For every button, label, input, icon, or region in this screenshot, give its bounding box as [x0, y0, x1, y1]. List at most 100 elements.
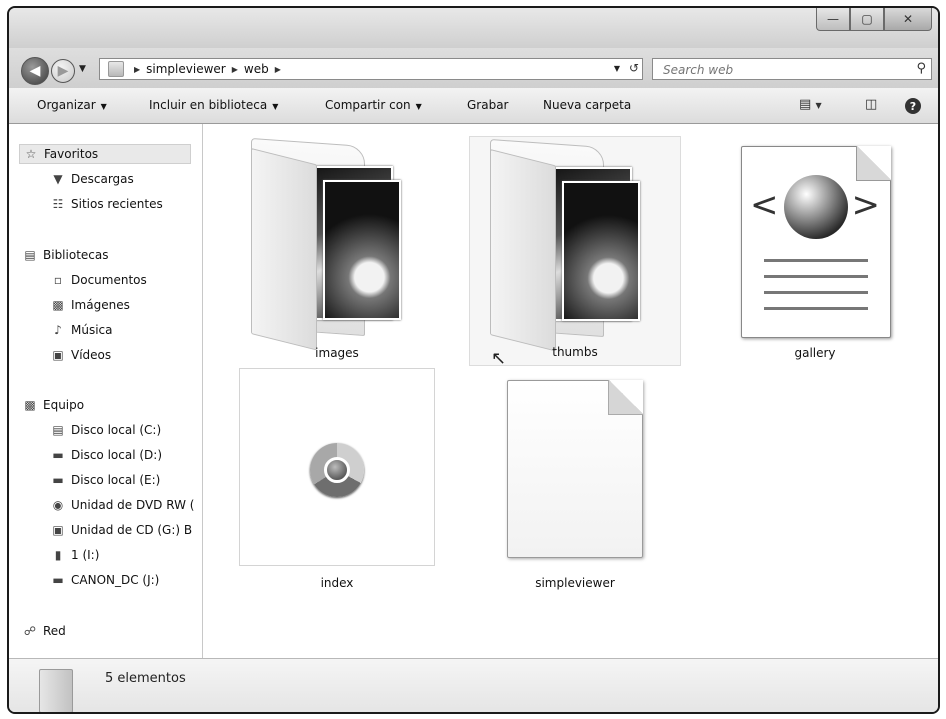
nav-videos[interactable]: ▣ Vídeos: [51, 345, 111, 365]
libraries-icon: ▤: [24, 248, 36, 262]
minimize-icon: —: [827, 12, 839, 26]
video-icon: ▣: [52, 348, 64, 362]
file-view: images thumbs ↖ < > gallery index simple…: [203, 124, 938, 658]
chevron-down-icon: ▼: [415, 102, 422, 111]
downloads-folder-icon: ▼: [53, 172, 63, 186]
nav-cd-label: Unidad de CD (G:) B: [71, 523, 193, 537]
nav-libraries-label: Bibliotecas: [43, 248, 109, 262]
removable-disk-icon: ▬: [52, 573, 64, 587]
chevron-down-icon: ▼: [79, 64, 86, 74]
hard-drive-icon: ▬: [52, 448, 64, 462]
nav-cd[interactable]: ▣ Unidad de CD (G:) B: [51, 520, 192, 540]
nav-network-label: Red: [43, 624, 66, 638]
folder-icon: [108, 61, 124, 77]
organize-button[interactable]: Organizar ▼: [37, 98, 107, 112]
breadcrumb-simpleviewer[interactable]: simpleviewer: [146, 62, 226, 76]
recent-places-icon: ☷: [52, 197, 64, 211]
chevron-down-icon: ▼: [815, 101, 822, 110]
file-item-simpleviewer[interactable]: simpleviewer: [499, 368, 651, 594]
file-item-gallery[interactable]: < > gallery: [723, 136, 907, 366]
search-input[interactable]: [661, 60, 895, 80]
nav-videos-label: Vídeos: [71, 348, 112, 362]
file-item-thumbs[interactable]: thumbs: [469, 136, 681, 366]
nav-network[interactable]: ☍ Red: [23, 621, 66, 641]
nav-disk-e[interactable]: ▬ Disco local (E:): [51, 470, 160, 490]
file-name: gallery: [794, 346, 836, 360]
arrow-right-icon: ▶: [57, 63, 69, 79]
burn-button[interactable]: Grabar: [467, 98, 509, 112]
computer-icon: ▩: [24, 398, 36, 412]
burn-label: Grabar: [467, 98, 509, 112]
refresh-icon[interactable]: ↺: [629, 61, 639, 75]
address-row: ◀ ▶ ▼ ▶ simpleviewer ▶ web ▶ ▼ ↺ ⚲: [9, 48, 938, 88]
close-button[interactable]: ✕: [884, 8, 932, 31]
include-library-label: Incluir en biblioteca: [149, 98, 268, 112]
nav-disk-c-label: Disco local (C:): [71, 423, 162, 437]
file-item-images[interactable]: images: [239, 136, 435, 366]
back-button[interactable]: ◀: [21, 57, 49, 85]
star-icon: ☆: [25, 147, 37, 161]
nav-downloads[interactable]: ▼ Descargas: [51, 169, 133, 189]
file-name: images: [315, 346, 359, 360]
nav-libraries[interactable]: ▤ Bibliotecas: [23, 245, 108, 265]
navigation-pane: ☆ Favoritos ▼ Descargas ☷ Sitios recientes …: [9, 124, 203, 658]
forward-button[interactable]: ▶: [51, 59, 75, 83]
view-icon: ▤: [799, 97, 812, 112]
file-item-index[interactable]: index: [239, 368, 435, 594]
nav-images-label: Imágenes: [71, 298, 130, 312]
nav-drive-i[interactable]: ▮ 1 (I:): [51, 545, 100, 565]
include-library-button[interactable]: Incluir en biblioteca ▼: [149, 98, 278, 112]
minimize-button[interactable]: —: [816, 8, 850, 31]
item-count: 5 elementos: [105, 671, 186, 686]
nav-favorites[interactable]: ☆ Favoritos: [19, 144, 191, 164]
nav-dvd-label: Unidad de DVD RW (: [71, 498, 195, 512]
nav-documents[interactable]: ▫ Documentos: [51, 270, 147, 290]
nav-images[interactable]: ▩ Imágenes: [51, 295, 130, 315]
chrome-html-icon: [239, 368, 435, 566]
maximize-icon: ▢: [861, 12, 873, 26]
nav-music[interactable]: ♪ Música: [51, 320, 112, 340]
file-name: simpleviewer: [535, 576, 615, 590]
new-folder-button[interactable]: Nueva carpeta: [543, 98, 631, 112]
help-button[interactable]: ?: [905, 98, 921, 114]
nav-drive-i-label: 1 (I:): [71, 548, 100, 562]
hard-drive-icon: ▬: [52, 473, 64, 487]
nav-disk-d-label: Disco local (D:): [71, 448, 163, 462]
preview-pane-button[interactable]: ◫: [865, 97, 877, 112]
mouse-cursor-icon: ↖: [491, 348, 507, 369]
nav-canon[interactable]: ▬ CANON_DC (J:): [51, 570, 159, 590]
music-icon: ♪: [54, 323, 62, 337]
command-bar: Organizar ▼ Incluir en biblioteca ▼ Compar…: [9, 88, 938, 124]
address-history-dropdown[interactable]: ▼: [614, 64, 620, 73]
details-pane: 5 elementos: [9, 658, 938, 712]
window-controls: — ▢ ✕: [816, 8, 932, 31]
nav-dvd[interactable]: ◉ Unidad de DVD RW (: [51, 495, 195, 515]
share-button[interactable]: Compartir con ▼: [325, 98, 422, 112]
nav-computer[interactable]: ▩ Equipo: [23, 395, 84, 415]
dvd-drive-icon: ◉: [52, 498, 64, 512]
nav-disk-d[interactable]: ▬ Disco local (D:): [51, 445, 162, 465]
nav-recent[interactable]: ☷ Sitios recientes: [51, 194, 163, 214]
recent-pages-dropdown[interactable]: ▼: [79, 64, 86, 74]
documents-icon: ▫: [53, 273, 63, 287]
nav-computer-label: Equipo: [43, 398, 85, 412]
nav-recent-label: Sitios recientes: [71, 197, 163, 211]
nav-favorites-label: Favoritos: [44, 147, 99, 161]
nav-documents-label: Documentos: [71, 273, 147, 287]
maximize-button[interactable]: ▢: [850, 8, 884, 31]
address-bar[interactable]: ▶ simpleviewer ▶ web ▶ ▼ ↺: [99, 58, 643, 80]
removable-drive-icon: ▮: [54, 548, 62, 562]
view-options-button[interactable]: ▤ ▼: [799, 97, 822, 112]
search-icon[interactable]: ⚲: [916, 61, 926, 76]
chevron-right-icon: ▶: [274, 64, 281, 74]
nav-disk-e-label: Disco local (E:): [71, 473, 161, 487]
cd-drive-icon: ▣: [52, 523, 64, 537]
organize-label: Organizar: [37, 98, 96, 112]
help-icon: ?: [909, 99, 917, 113]
folder-icon: [39, 669, 73, 712]
nav-disk-c[interactable]: ▤ Disco local (C:): [51, 420, 161, 440]
chevron-down-icon: ▼: [100, 102, 107, 111]
arrow-left-icon: ◀: [29, 63, 41, 79]
new-folder-label: Nueva carpeta: [543, 98, 632, 112]
breadcrumb-web[interactable]: web: [244, 62, 269, 76]
